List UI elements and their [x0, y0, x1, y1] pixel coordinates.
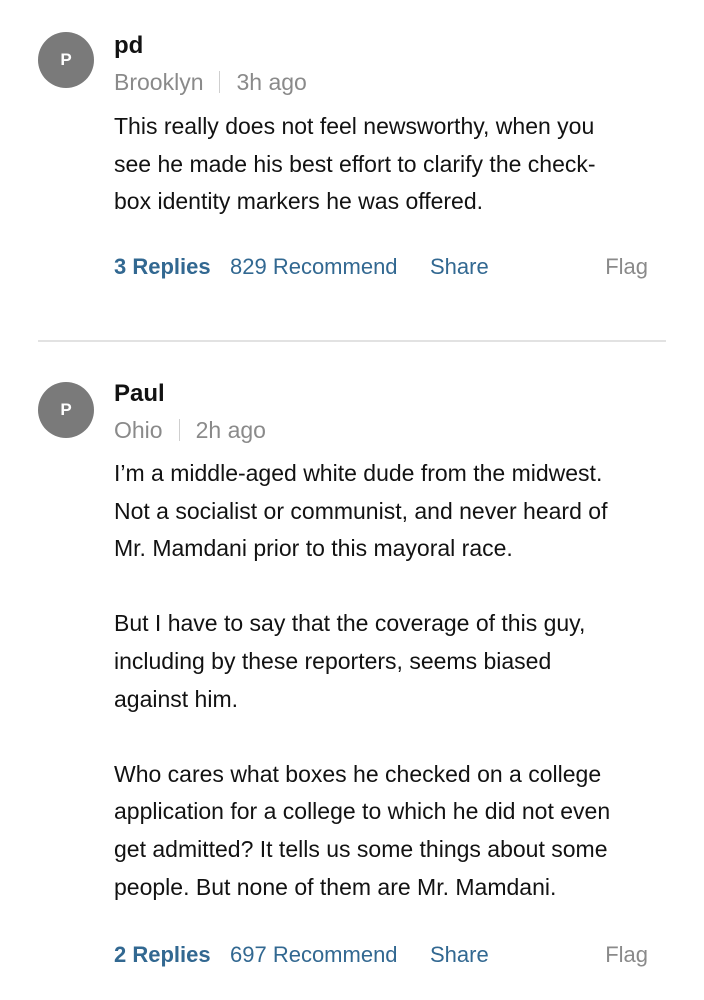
- comment-timestamp: 3h ago: [236, 69, 307, 95]
- avatar[interactable]: P: [38, 382, 94, 438]
- comment-location: Ohio: [114, 417, 163, 443]
- avatar[interactable]: P: [38, 32, 94, 88]
- comment-paragraph: But I have to say that the coverage of t…: [114, 610, 586, 712]
- comment-timestamp: 2h ago: [195, 417, 266, 443]
- comment-location: Brooklyn: [114, 69, 204, 95]
- comment-body: I’m a middle-aged white dude from the mi…: [114, 455, 684, 906]
- meta-separator: [178, 419, 180, 441]
- share-button[interactable]: Share: [430, 252, 489, 282]
- flag-button[interactable]: Flag: [605, 940, 648, 970]
- comment-paragraph: Who cares what boxes he checked on a col…: [114, 760, 611, 900]
- recommend-button[interactable]: 697 Recommend: [230, 940, 398, 970]
- comment-paragraph: I’m a middle-aged white dude from the mi…: [114, 460, 608, 562]
- avatar-initial: P: [60, 400, 72, 419]
- comment-divider: [38, 340, 666, 342]
- flag-button[interactable]: Flag: [605, 252, 648, 282]
- comment-meta: Ohio 2h ago: [114, 415, 266, 445]
- comment-paragraph: This really does not feel newsworthy, wh…: [114, 113, 596, 215]
- share-button[interactable]: Share: [430, 940, 489, 970]
- comment-meta: Brooklyn 3h ago: [114, 67, 307, 97]
- avatar-initial: P: [60, 50, 72, 69]
- comment-author[interactable]: Paul: [114, 379, 165, 409]
- comment-author[interactable]: pd: [114, 31, 143, 61]
- replies-button[interactable]: 2 Replies: [114, 940, 211, 970]
- comment-body: This really does not feel newsworthy, wh…: [114, 108, 684, 221]
- replies-button[interactable]: 3 Replies: [114, 252, 211, 282]
- meta-separator: [219, 71, 221, 93]
- recommend-button[interactable]: 829 Recommend: [230, 252, 398, 282]
